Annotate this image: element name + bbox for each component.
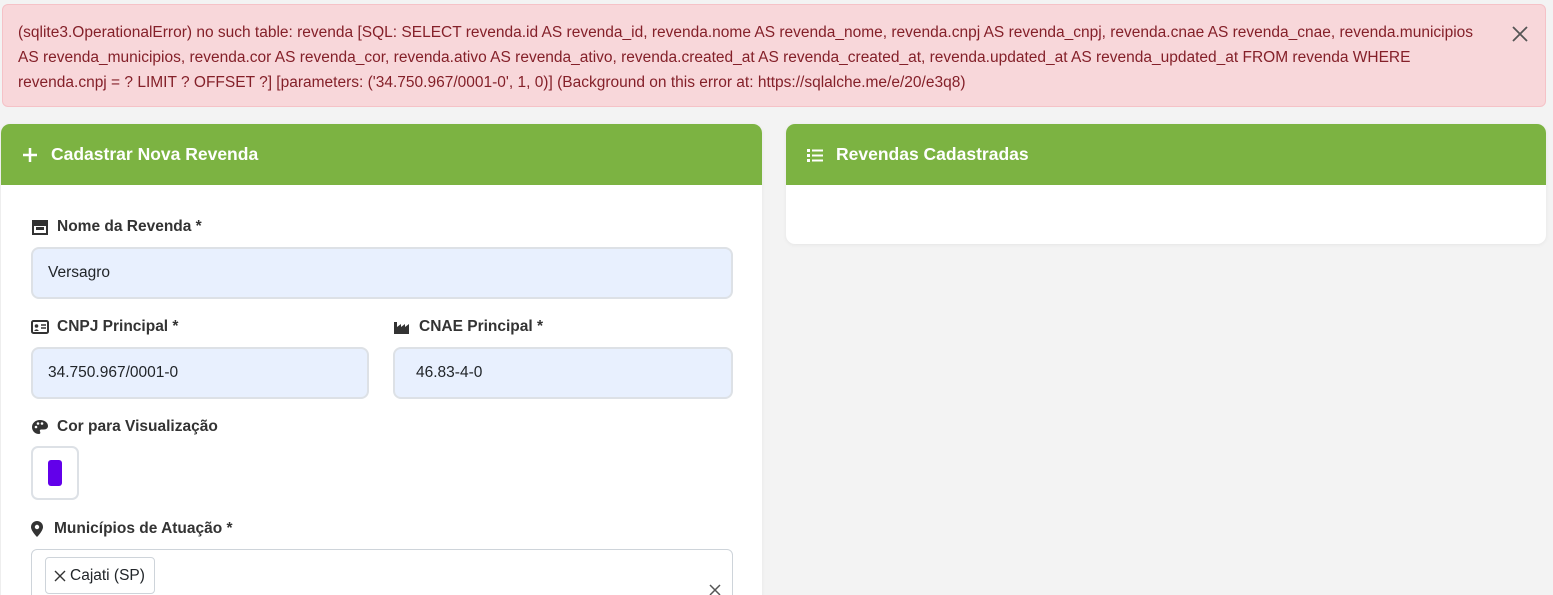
- cnae-label-text: CNAE Principal *: [419, 318, 544, 335]
- municipio-tag-label: Cajati (SP): [70, 566, 145, 584]
- new-revenda-card: Cadastrar Nova Revenda Nome da Revenda *…: [1, 124, 762, 595]
- color-picker[interactable]: [31, 446, 79, 500]
- new-revenda-header: Cadastrar Nova Revenda: [1, 124, 762, 185]
- nome-label-text: Nome da Revenda *: [57, 218, 202, 235]
- municipios-select[interactable]: Cajati (SP): [31, 549, 733, 595]
- close-icon[interactable]: [1509, 23, 1531, 45]
- new-revenda-title: Cadastrar Nova Revenda: [51, 144, 259, 164]
- map-marker-icon: [31, 521, 45, 537]
- municipios-label: Municípios de Atuação *: [31, 520, 233, 538]
- cor-label-text: Cor para Visualização: [57, 418, 218, 435]
- municipio-tag[interactable]: Cajati (SP): [45, 557, 155, 594]
- cnpj-label-text: CNPJ Principal *: [57, 318, 179, 335]
- revendas-list-card: Revendas Cadastradas: [786, 124, 1546, 244]
- nome-input[interactable]: [31, 247, 733, 299]
- cnae-input[interactable]: [393, 347, 733, 399]
- cor-label: Cor para Visualização: [31, 418, 218, 436]
- cnae-label: CNAE Principal *: [393, 318, 543, 336]
- municipios-label-text: Municípios de Atuação *: [54, 520, 233, 537]
- revendas-list-header: Revendas Cadastradas: [786, 124, 1546, 185]
- revendas-list-title: Revendas Cadastradas: [836, 144, 1029, 164]
- clear-selection-icon[interactable]: [708, 583, 722, 595]
- list-icon: [806, 146, 824, 164]
- palette-icon: [31, 419, 49, 435]
- plus-icon: [21, 146, 39, 164]
- color-swatch: [48, 460, 62, 486]
- id-card-icon: [31, 319, 49, 335]
- cnpj-label: CNPJ Principal *: [31, 318, 178, 336]
- industry-icon: [393, 319, 411, 335]
- remove-tag-icon[interactable]: [54, 570, 66, 582]
- nome-label: Nome da Revenda *: [31, 218, 202, 236]
- store-icon: [31, 219, 49, 235]
- error-alert: (sqlite3.OperationalError) no such table…: [2, 4, 1546, 107]
- cnpj-input[interactable]: [31, 347, 369, 399]
- error-message: (sqlite3.OperationalError) no such table…: [18, 24, 1474, 91]
